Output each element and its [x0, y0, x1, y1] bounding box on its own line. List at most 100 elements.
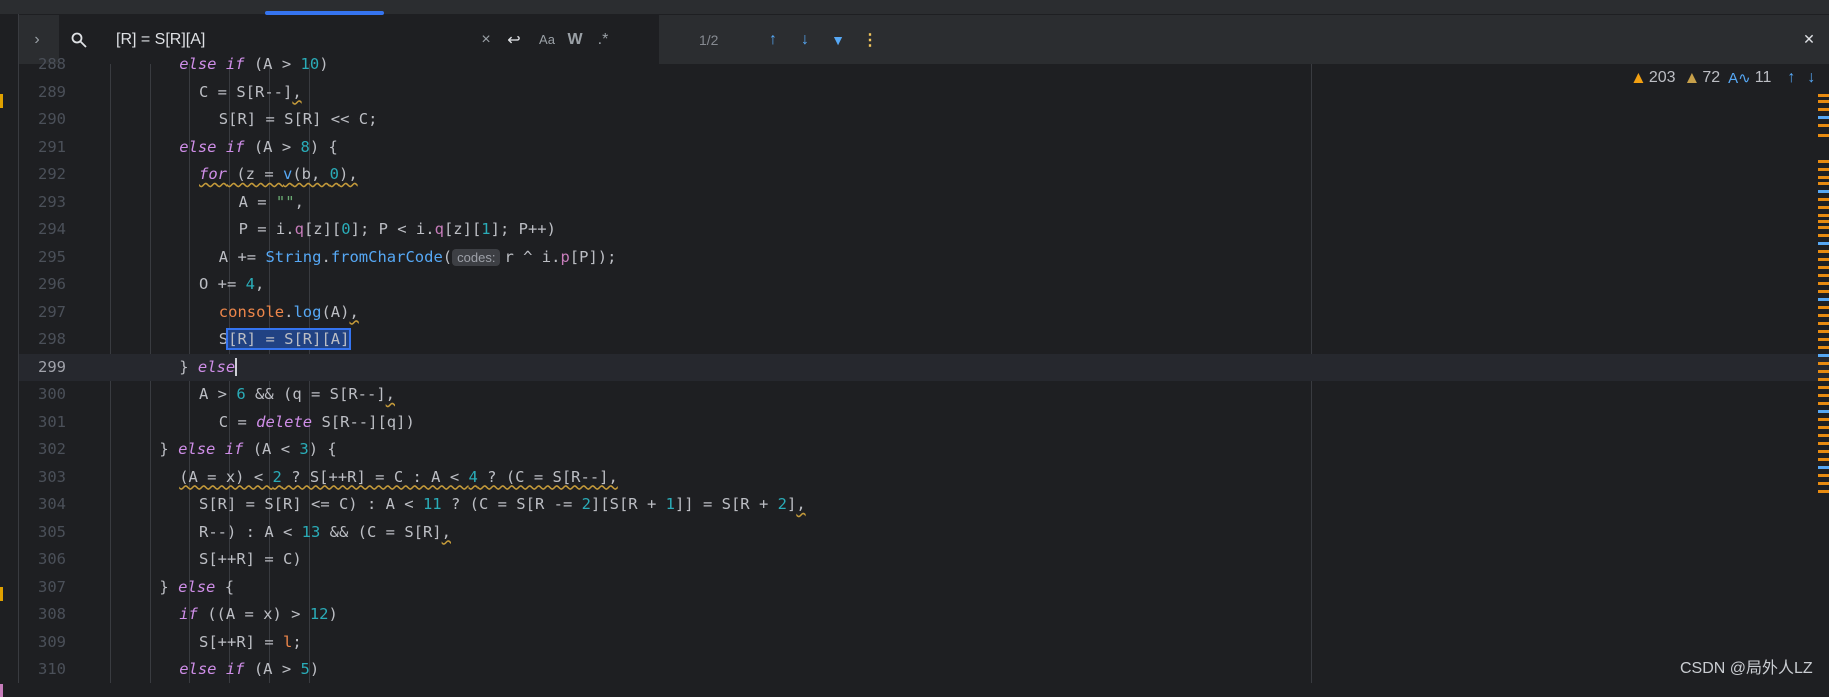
code-line[interactable]: 310 else if (A > 5): [19, 656, 1829, 683]
code-line[interactable]: 288 else if (A > 10): [19, 51, 1829, 78]
code-line[interactable]: 309 S[++R] = l;: [19, 629, 1829, 656]
line-number[interactable]: 304: [19, 491, 66, 518]
line-number[interactable]: 288: [19, 51, 66, 78]
line-number[interactable]: 295: [19, 244, 66, 271]
stripe-mark[interactable]: [1818, 354, 1829, 357]
code-text[interactable]: else if (A > 10): [179, 51, 328, 78]
code-line[interactable]: 306 S[++R] = C): [19, 546, 1829, 573]
code-line[interactable]: 298 S[R] = S[R][A]: [19, 326, 1829, 353]
code-text[interactable]: } else if (A < 3) {: [159, 436, 336, 463]
code-text[interactable]: } else: [179, 354, 238, 381]
stripe-mark[interactable]: [1818, 182, 1829, 185]
code-line[interactable]: 307} else {: [19, 574, 1829, 601]
stripe-mark[interactable]: [1818, 338, 1829, 341]
code-text[interactable]: O += 4,: [199, 271, 264, 298]
stripe-mark[interactable]: [1818, 108, 1829, 111]
code-text[interactable]: A += String.fromCharCode(codes: r ^ i.p[P…: [219, 244, 616, 271]
code-text[interactable]: else if (A > 5): [179, 656, 319, 683]
stripe-mark[interactable]: [1818, 394, 1829, 397]
stripe-mark[interactable]: [1818, 410, 1829, 413]
stripe-mark[interactable]: [1818, 458, 1829, 461]
line-number[interactable]: 301: [19, 409, 66, 436]
line-number[interactable]: 298: [19, 326, 66, 353]
line-number[interactable]: 289: [19, 79, 66, 106]
code-line[interactable]: 299 } else: [19, 353, 1829, 381]
stripe-mark[interactable]: [1818, 298, 1829, 301]
stripe-mark[interactable]: [1818, 450, 1829, 453]
line-number[interactable]: 308: [19, 601, 66, 628]
code-text[interactable]: S[R] = S[R] <= C) : A < 11 ? (C = S[R -=…: [199, 491, 806, 518]
stripe-mark[interactable]: [1818, 314, 1829, 317]
code-line[interactable]: 292 for (z = v(b, 0),: [19, 161, 1829, 188]
stripe-mark[interactable]: [1818, 258, 1829, 261]
stripe-mark[interactable]: [1818, 168, 1829, 171]
line-number[interactable]: 296: [19, 271, 66, 298]
stripe-mark[interactable]: [1818, 94, 1829, 97]
stripe-mark[interactable]: [1818, 116, 1829, 119]
code-text[interactable]: R--) : A < 13 && (C = S[R],: [199, 519, 451, 546]
stripe-mark[interactable]: [1818, 274, 1829, 277]
stripe-mark[interactable]: [1818, 290, 1829, 293]
code-text[interactable]: } else {: [159, 574, 234, 601]
stripe-mark[interactable]: [1818, 282, 1829, 285]
stripe-mark[interactable]: [1818, 160, 1829, 163]
stripe-mark[interactable]: [1818, 330, 1829, 333]
stripe-mark[interactable]: [1818, 214, 1829, 217]
line-number[interactable]: 309: [19, 629, 66, 656]
code-line[interactable]: 308 if ((A = x) > 12): [19, 601, 1829, 628]
stripe-mark[interactable]: [1818, 306, 1829, 309]
line-number[interactable]: 310: [19, 656, 66, 683]
stripe-mark[interactable]: [1818, 490, 1829, 493]
code-line[interactable]: 302} else if (A < 3) {: [19, 436, 1829, 463]
stripe-mark[interactable]: [1818, 176, 1829, 179]
code-text[interactable]: S[R] = S[R][A]: [219, 326, 352, 353]
stripe-mark[interactable]: [1818, 206, 1829, 209]
code-line[interactable]: 301 C = delete S[R--][q]): [19, 409, 1829, 436]
code-line[interactable]: 295 A += String.fromCharCode(codes: r ^ i.…: [19, 244, 1829, 271]
stripe-mark[interactable]: [1818, 474, 1829, 477]
code-text[interactable]: C = delete S[R--][q]): [219, 409, 415, 436]
code-line[interactable]: 293 A = "",: [19, 189, 1829, 216]
stripe-mark[interactable]: [1818, 426, 1829, 429]
stripe-mark[interactable]: [1818, 190, 1829, 193]
line-number[interactable]: 306: [19, 546, 66, 573]
stripe-mark[interactable]: [1818, 250, 1829, 253]
code-text[interactable]: for (z = v(b, 0),: [199, 161, 358, 188]
stripe-mark[interactable]: [1818, 482, 1829, 485]
stripe-mark[interactable]: [1818, 124, 1829, 127]
line-number[interactable]: 292: [19, 161, 66, 188]
code-text[interactable]: S[R] = S[R] << C;: [219, 106, 378, 133]
code-text[interactable]: S[++R] = l;: [199, 629, 302, 656]
line-number[interactable]: 297: [19, 299, 66, 326]
line-number[interactable]: 300: [19, 381, 66, 408]
stripe-mark[interactable]: [1818, 402, 1829, 405]
line-number[interactable]: 291: [19, 134, 66, 161]
stripe-mark[interactable]: [1818, 220, 1829, 223]
code-line[interactable]: 300 A > 6 && (q = S[R--],: [19, 381, 1829, 408]
stripe-mark[interactable]: [1818, 266, 1829, 269]
stripe-mark[interactable]: [1818, 226, 1829, 229]
code-text[interactable]: S[++R] = C): [199, 546, 302, 573]
line-number[interactable]: 305: [19, 519, 66, 546]
code-text[interactable]: if ((A = x) > 12): [179, 601, 338, 628]
code-line[interactable]: 303 (A = x) < 2 ? S[++R] = C : A < 4 ? (C…: [19, 464, 1829, 491]
stripe-mark[interactable]: [1818, 100, 1829, 103]
stripe-mark[interactable]: [1818, 234, 1829, 237]
stripe-mark[interactable]: [1818, 434, 1829, 437]
line-number[interactable]: 294: [19, 216, 66, 243]
error-stripe[interactable]: [1818, 90, 1829, 590]
code-text[interactable]: (A = x) < 2 ? S[++R] = C : A < 4 ? (C = …: [179, 464, 618, 491]
code-line[interactable]: 296 O += 4,: [19, 271, 1829, 298]
code-line[interactable]: 290 S[R] = S[R] << C;: [19, 106, 1829, 133]
next-problem-icon[interactable]: ↓: [1807, 69, 1815, 87]
line-number[interactable]: 299: [19, 354, 66, 381]
stripe-mark[interactable]: [1818, 242, 1829, 245]
code-line[interactable]: 291 else if (A > 8) {: [19, 134, 1829, 161]
code-text[interactable]: else if (A > 8) {: [179, 134, 338, 161]
code-text[interactable]: A = "",: [239, 189, 304, 216]
code-line[interactable]: 304 S[R] = S[R] <= C) : A < 11 ? (C = S[R…: [19, 491, 1829, 518]
line-number[interactable]: 290: [19, 106, 66, 133]
code-text[interactable]: C = S[R--],: [199, 79, 302, 106]
prev-problem-icon[interactable]: ↑: [1787, 69, 1795, 87]
stripe-mark[interactable]: [1818, 134, 1829, 137]
